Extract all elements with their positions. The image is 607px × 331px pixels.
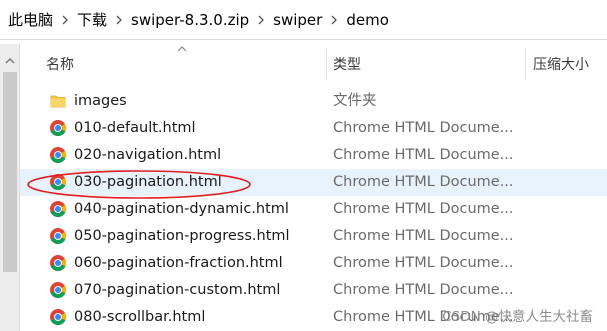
list-item-file[interactable]: 060-pagination-fraction.html Chrome HTML… [20,250,607,277]
file-name: 020-navigation.html [74,147,222,163]
list-item-file[interactable]: 070-pagination-custom.html Chrome HTML D… [20,277,607,304]
breadcrumb-label: demo [346,10,389,29]
column-header-row: 名称 类型 压缩大小 [0,44,607,84]
chevron-right-icon[interactable] [57,12,73,28]
breadcrumb-item-downloads[interactable]: 下载 [73,0,127,39]
file-name: 060-pagination-fraction.html [74,255,283,271]
file-name: 070-pagination-custom.html [74,282,281,298]
sort-ascending-icon [177,46,187,52]
chevron-right-icon[interactable] [111,12,127,28]
file-type: Chrome HTML Docume... [333,255,514,271]
breadcrumb-label: swiper-8.3.0.zip [131,10,250,29]
chrome-icon [50,201,67,218]
list-item-file[interactable]: 020-navigation.html Chrome HTML Docume..… [20,142,607,169]
list-item-file[interactable]: 050-pagination-progress.html Chrome HTML… [20,223,607,250]
file-explorer-window: 此电脑 下载 swiper-8.3.0.zip swiper demo 名称 类… [0,0,607,331]
file-type: Chrome HTML Docume... [333,120,514,136]
file-name: 050-pagination-progress.html [74,228,290,244]
file-type: 文件夹 [333,93,377,109]
breadcrumb-item-this-pc[interactable]: 此电脑 [4,0,73,39]
chrome-icon [50,174,67,191]
file-name: 010-default.html [74,120,196,136]
chrome-icon [50,228,67,245]
list-item-file[interactable]: 010-default.html Chrome HTML Docume... [20,115,607,142]
chevron-right-icon[interactable] [326,12,342,28]
file-type: Chrome HTML Docume... [333,147,514,163]
file-type: Chrome HTML Docume... [333,174,514,190]
column-header-type[interactable]: 类型 [333,44,523,84]
file-list: images 文件夹 010-default.html Chrome HTML … [20,88,607,331]
breadcrumb-item-demo[interactable]: demo [342,0,393,39]
column-divider[interactable] [326,48,327,80]
file-name: 080-scrollbar.html [74,309,206,325]
file-type: Chrome HTML Docume... [333,201,514,217]
watermark: CSDN @快意人生大社畜 [442,309,593,325]
folder-icon [50,95,66,108]
breadcrumb-label: swiper [273,10,323,29]
file-name: images [74,93,127,109]
chrome-icon [50,255,67,272]
list-item-folder[interactable]: images 文件夹 [20,88,607,115]
file-type: Chrome HTML Docume... [333,282,514,298]
breadcrumb-item-swiper[interactable]: swiper [269,0,342,39]
breadcrumb-label: 下载 [77,11,108,29]
chrome-icon [50,147,67,164]
breadcrumb-item-zip[interactable]: swiper-8.3.0.zip [127,0,269,39]
chrome-icon [50,309,67,326]
chrome-icon [50,120,67,137]
breadcrumb[interactable]: 此电脑 下载 swiper-8.3.0.zip swiper demo [0,0,607,40]
scrollbar-thumb[interactable] [3,72,17,272]
list-item-file-selected[interactable]: 030-pagination.html Chrome HTML Docume..… [20,169,607,196]
navigation-pane-scrollbar[interactable] [0,44,20,331]
file-type: Chrome HTML Docume... [333,228,514,244]
chevron-right-icon[interactable] [253,12,269,28]
file-name: 030-pagination.html [74,174,222,190]
list-item-file[interactable]: 040-pagination-dynamic.html Chrome HTML … [20,196,607,223]
column-divider[interactable] [525,48,526,80]
breadcrumb-label: 此电脑 [8,11,54,29]
column-header-compressed-size[interactable]: 压缩大小 [533,44,607,84]
file-name: 040-pagination-dynamic.html [74,201,289,217]
chrome-icon [50,282,67,299]
